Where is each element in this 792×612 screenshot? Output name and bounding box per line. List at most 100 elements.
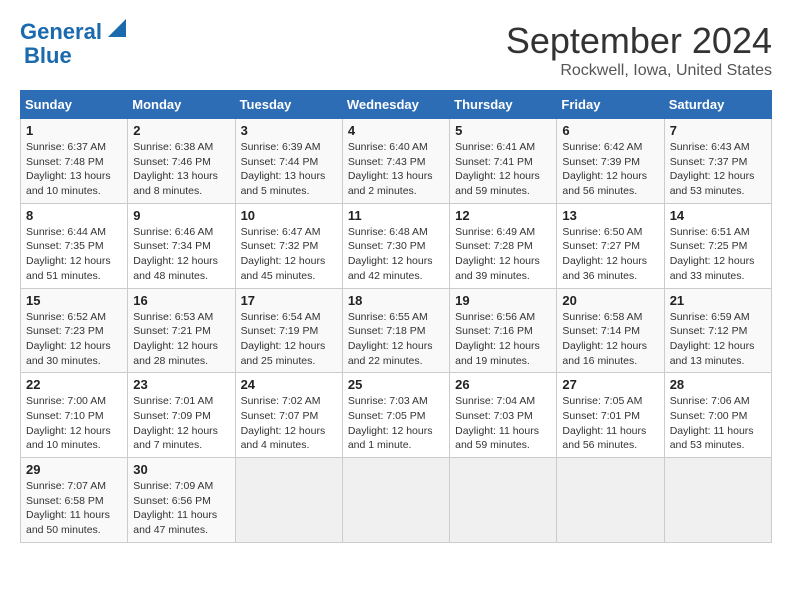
day-info: Sunrise: 6:52 AMSunset: 7:23 PMDaylight:… [26, 310, 122, 369]
table-cell: 5 Sunrise: 6:41 AMSunset: 7:41 PMDaylight… [450, 119, 557, 204]
day-info: Sunrise: 7:01 AMSunset: 7:09 PMDaylight:… [133, 394, 229, 453]
day-info: Sunrise: 6:56 AMSunset: 7:16 PMDaylight:… [455, 310, 551, 369]
month-title: September 2024 [506, 20, 772, 62]
day-number: 13 [562, 208, 658, 223]
day-info: Sunrise: 6:48 AMSunset: 7:30 PMDaylight:… [348, 225, 444, 284]
col-wednesday: Wednesday [342, 91, 449, 119]
table-cell: 22 Sunrise: 7:00 AMSunset: 7:10 PMDayligh… [21, 373, 128, 458]
title-area: September 2024 Rockwell, Iowa, United St… [506, 20, 772, 80]
day-info: Sunrise: 7:06 AMSunset: 7:00 PMDaylight:… [670, 394, 766, 453]
day-number: 11 [348, 208, 444, 223]
table-cell: 12 Sunrise: 6:49 AMSunset: 7:28 PMDayligh… [450, 203, 557, 288]
table-cell: 3 Sunrise: 6:39 AMSunset: 7:44 PMDaylight… [235, 119, 342, 204]
table-cell: 13 Sunrise: 6:50 AMSunset: 7:27 PMDayligh… [557, 203, 664, 288]
table-cell: 16 Sunrise: 6:53 AMSunset: 7:21 PMDayligh… [128, 288, 235, 373]
day-info: Sunrise: 6:54 AMSunset: 7:19 PMDaylight:… [241, 310, 337, 369]
day-number: 21 [670, 293, 766, 308]
col-sunday: Sunday [21, 91, 128, 119]
table-cell [664, 458, 771, 543]
calendar-week-row: 29Sunrise: 7:07 AMSunset: 6:58 PMDayligh… [21, 458, 772, 543]
day-number: 26 [455, 377, 551, 392]
table-cell: 25 Sunrise: 7:03 AMSunset: 7:05 PMDayligh… [342, 373, 449, 458]
table-cell: 2Sunrise: 6:38 AMSunset: 7:46 PMDaylight… [128, 119, 235, 204]
day-number: 19 [455, 293, 551, 308]
day-info: Sunrise: 6:41 AMSunset: 7:41 PMDaylight:… [455, 140, 551, 199]
day-info: Sunrise: 7:09 AMSunset: 6:56 PMDaylight:… [133, 479, 229, 538]
day-number: 5 [455, 123, 551, 138]
table-cell: 4Sunrise: 6:40 AMSunset: 7:43 PMDaylight… [342, 119, 449, 204]
table-cell: 30Sunrise: 7:09 AMSunset: 6:56 PMDayligh… [128, 458, 235, 543]
logo-general: General [20, 19, 102, 44]
day-info: Sunrise: 6:39 AMSunset: 7:44 PMDaylight:… [241, 140, 337, 199]
table-cell: 23 Sunrise: 7:01 AMSunset: 7:09 PMDayligh… [128, 373, 235, 458]
calendar-week-row: 22 Sunrise: 7:00 AMSunset: 7:10 PMDayligh… [21, 373, 772, 458]
table-cell: 10Sunrise: 6:47 AMSunset: 7:32 PMDayligh… [235, 203, 342, 288]
col-friday: Friday [557, 91, 664, 119]
logo-arrow-icon [104, 19, 126, 41]
table-cell: 18 Sunrise: 6:55 AMSunset: 7:18 PMDayligh… [342, 288, 449, 373]
logo-blue: Blue [24, 43, 72, 68]
day-number: 14 [670, 208, 766, 223]
day-info: Sunrise: 6:50 AMSunset: 7:27 PMDaylight:… [562, 225, 658, 284]
day-info: Sunrise: 6:46 AMSunset: 7:34 PMDaylight:… [133, 225, 229, 284]
location: Rockwell, Iowa, United States [506, 62, 772, 80]
day-number: 24 [241, 377, 337, 392]
table-cell: 17Sunrise: 6:54 AMSunset: 7:19 PMDayligh… [235, 288, 342, 373]
day-number: 8 [26, 208, 122, 223]
table-cell: 14 Sunrise: 6:51 AMSunset: 7:25 PMDayligh… [664, 203, 771, 288]
day-number: 27 [562, 377, 658, 392]
day-number: 1 [26, 123, 122, 138]
calendar-week-row: 1 Sunrise: 6:37 AMSunset: 7:48 PMDaylight… [21, 119, 772, 204]
day-number: 10 [241, 208, 337, 223]
logo: General Blue [20, 20, 126, 68]
day-number: 25 [348, 377, 444, 392]
day-number: 4 [348, 123, 444, 138]
day-number: 15 [26, 293, 122, 308]
day-number: 22 [26, 377, 122, 392]
table-cell: 20Sunrise: 6:58 AMSunset: 7:14 PMDayligh… [557, 288, 664, 373]
day-number: 23 [133, 377, 229, 392]
day-info: Sunrise: 7:03 AMSunset: 7:05 PMDaylight:… [348, 394, 444, 453]
table-cell: 6Sunrise: 6:42 AMSunset: 7:39 PMDaylight… [557, 119, 664, 204]
page-header: General Blue September 2024 Rockwell, Io… [20, 20, 772, 80]
day-number: 2 [133, 123, 229, 138]
day-info: Sunrise: 6:51 AMSunset: 7:25 PMDaylight:… [670, 225, 766, 284]
table-cell [235, 458, 342, 543]
table-cell: 9 Sunrise: 6:46 AMSunset: 7:34 PMDaylight… [128, 203, 235, 288]
day-number: 7 [670, 123, 766, 138]
day-number: 16 [133, 293, 229, 308]
table-cell [342, 458, 449, 543]
day-info: Sunrise: 6:37 AMSunset: 7:48 PMDaylight:… [26, 140, 122, 199]
table-cell: 27 Sunrise: 7:05 AMSunset: 7:01 PMDayligh… [557, 373, 664, 458]
col-thursday: Thursday [450, 91, 557, 119]
day-info: Sunrise: 7:04 AMSunset: 7:03 PMDaylight:… [455, 394, 551, 453]
day-number: 18 [348, 293, 444, 308]
table-cell: 28Sunrise: 7:06 AMSunset: 7:00 PMDayligh… [664, 373, 771, 458]
day-info: Sunrise: 7:00 AMSunset: 7:10 PMDaylight:… [26, 394, 122, 453]
table-cell: 21 Sunrise: 6:59 AMSunset: 7:12 PMDayligh… [664, 288, 771, 373]
day-info: Sunrise: 6:59 AMSunset: 7:12 PMDaylight:… [670, 310, 766, 369]
day-info: Sunrise: 6:43 AMSunset: 7:37 PMDaylight:… [670, 140, 766, 199]
day-info: Sunrise: 6:44 AMSunset: 7:35 PMDaylight:… [26, 225, 122, 284]
col-tuesday: Tuesday [235, 91, 342, 119]
day-info: Sunrise: 6:53 AMSunset: 7:21 PMDaylight:… [133, 310, 229, 369]
table-cell [557, 458, 664, 543]
day-info: Sunrise: 6:49 AMSunset: 7:28 PMDaylight:… [455, 225, 551, 284]
table-cell: 24Sunrise: 7:02 AMSunset: 7:07 PMDayligh… [235, 373, 342, 458]
day-info: Sunrise: 6:55 AMSunset: 7:18 PMDaylight:… [348, 310, 444, 369]
day-info: Sunrise: 6:58 AMSunset: 7:14 PMDaylight:… [562, 310, 658, 369]
calendar-header-row: Sunday Monday Tuesday Wednesday Thursday… [21, 91, 772, 119]
calendar-week-row: 8 Sunrise: 6:44 AMSunset: 7:35 PMDaylight… [21, 203, 772, 288]
day-number: 9 [133, 208, 229, 223]
table-cell: 26 Sunrise: 7:04 AMSunset: 7:03 PMDayligh… [450, 373, 557, 458]
table-cell: 11 Sunrise: 6:48 AMSunset: 7:30 PMDayligh… [342, 203, 449, 288]
table-cell: 7 Sunrise: 6:43 AMSunset: 7:37 PMDaylight… [664, 119, 771, 204]
day-number: 12 [455, 208, 551, 223]
col-monday: Monday [128, 91, 235, 119]
day-number: 3 [241, 123, 337, 138]
table-cell: 15 Sunrise: 6:52 AMSunset: 7:23 PMDayligh… [21, 288, 128, 373]
table-cell: 19 Sunrise: 6:56 AMSunset: 7:16 PMDayligh… [450, 288, 557, 373]
day-info: Sunrise: 7:05 AMSunset: 7:01 PMDaylight:… [562, 394, 658, 453]
day-info: Sunrise: 7:07 AMSunset: 6:58 PMDaylight:… [26, 479, 122, 538]
calendar-table: Sunday Monday Tuesday Wednesday Thursday… [20, 90, 772, 543]
